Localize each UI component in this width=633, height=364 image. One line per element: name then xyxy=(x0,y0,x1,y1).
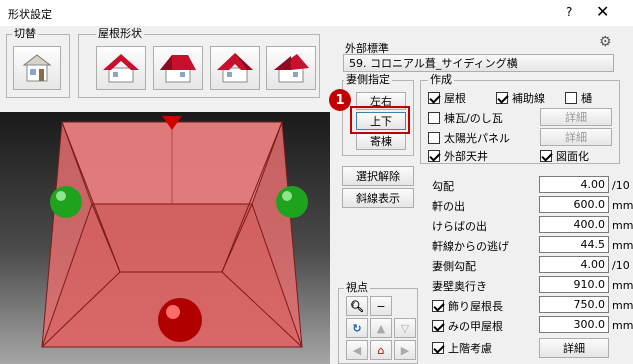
zoom-out-button[interactable]: − xyxy=(370,296,392,316)
mino-roof-unit: mm xyxy=(612,319,633,332)
guideline-checkbox[interactable]: 補助線 xyxy=(496,90,545,106)
hip-roof-icon xyxy=(160,55,196,83)
switch-group-label: 切替 xyxy=(12,27,38,40)
bottom-red-sphere xyxy=(158,298,202,342)
gable-depth-unit: mm xyxy=(612,279,633,292)
callout-badge: 1 xyxy=(329,89,351,111)
house-switch-button[interactable] xyxy=(13,46,61,90)
roof-type-gable-button[interactable] xyxy=(96,46,146,90)
offset-input[interactable]: 44.5 xyxy=(539,236,609,253)
solar-panel-checkbox[interactable]: 太陽光パネル xyxy=(428,130,510,146)
dialog-body: 切替 屋根形状 妻側指定 左右 上下 寄棟 1 選択解除 斜線表示 視点 🔍︎ … xyxy=(0,26,633,364)
rotate-icon: ↻ xyxy=(352,321,362,335)
gable-pitch-unit: /10 xyxy=(612,259,630,272)
arrow-right-icon: ▶ xyxy=(400,343,410,357)
decor-roof-unit: mm xyxy=(612,299,633,312)
verge-unit: mm xyxy=(612,219,633,232)
decor-roof-checkbox[interactable]: 飾り屋根長 xyxy=(432,298,503,314)
roof-type-hip-button[interactable] xyxy=(153,46,203,90)
param-label-offset: 軒線からの逃げ xyxy=(432,240,509,253)
rotate-button[interactable]: ↻ xyxy=(346,318,368,338)
mino-roof-checkbox[interactable]: みの甲屋根 xyxy=(432,318,503,334)
view-up-button[interactable]: ▲ xyxy=(370,318,392,338)
detail-button[interactable]: 詳細 xyxy=(539,338,609,358)
param-label-gable-depth: 妻壁奥行き xyxy=(432,280,487,293)
roof-checkbox[interactable]: 屋根 xyxy=(428,90,466,106)
close-button[interactable]: ✕ xyxy=(596,2,609,21)
roof-preview xyxy=(41,116,308,348)
eave-unit: mm xyxy=(612,199,633,212)
left-green-sphere xyxy=(50,186,82,218)
solar-panel-detail-button[interactable]: 詳細 xyxy=(540,128,612,146)
roof-type-shed-button[interactable] xyxy=(266,46,316,90)
viewpoint-group-label: 視点 xyxy=(344,281,370,294)
view-down-button[interactable]: ▽ xyxy=(394,318,416,338)
view-right-button[interactable]: ▶ xyxy=(394,340,416,360)
home-view-button[interactable]: ⌂ xyxy=(370,340,392,360)
help-button[interactable]: ? xyxy=(566,5,572,19)
create-group-label: 作成 xyxy=(428,73,454,86)
slope-display-button[interactable]: 斜線表示 xyxy=(342,188,414,208)
right-green-sphere xyxy=(276,186,308,218)
mixed-roof-icon xyxy=(217,53,253,83)
offset-unit: mm xyxy=(612,239,633,252)
roof-shape-group-label: 屋根形状 xyxy=(96,27,144,40)
exterior-select-button[interactable]: 59. コロニアル葺_サイディング横 xyxy=(343,54,614,72)
roof-type-mixed-button[interactable] xyxy=(210,46,260,90)
house-icon xyxy=(22,54,52,82)
arrow-down-icon: ▽ xyxy=(400,321,410,335)
ridge-tile-checkbox[interactable]: 棟瓦/のし瓦 xyxy=(428,110,503,126)
arrow-left-icon: ◀ xyxy=(352,343,362,357)
upper-floor-checkbox[interactable]: 上階考慮 xyxy=(432,340,492,356)
ridge-tile-detail-button[interactable]: 詳細 xyxy=(540,108,612,126)
roof-3d-viewport[interactable] xyxy=(0,112,330,364)
gable-pitch-input[interactable]: 4.00 xyxy=(539,256,609,273)
pitch-input[interactable]: 4.00 xyxy=(539,176,609,193)
gable-roof-icon xyxy=(103,54,139,83)
home-icon: ⌂ xyxy=(377,343,385,357)
title-bar: 形状設定 ? ✕ xyxy=(0,0,633,26)
highlight-frame xyxy=(350,106,410,134)
decor-roof-input[interactable]: 750.0 xyxy=(539,296,609,313)
param-label-gable-pitch: 妻側勾配 xyxy=(432,260,476,273)
mino-roof-input[interactable]: 300.0 xyxy=(539,316,609,333)
shed-roof-icon xyxy=(274,54,309,83)
gutter-checkbox[interactable]: 樋 xyxy=(565,90,592,106)
gear-icon[interactable]: ⚙ xyxy=(599,34,612,50)
clear-selection-button[interactable]: 選択解除 xyxy=(342,166,414,186)
view-left-button[interactable]: ◀ xyxy=(346,340,368,360)
pitch-unit: /10 xyxy=(612,179,630,192)
drawing-checkbox[interactable]: 図面化 xyxy=(540,148,589,164)
param-label-verge: けらばの出 xyxy=(432,220,487,233)
param-label-eave: 軒の出 xyxy=(432,200,465,213)
window-title: 形状設定 xyxy=(8,8,52,21)
param-label-pitch: 勾配 xyxy=(432,180,454,193)
gable-group-label: 妻側指定 xyxy=(344,73,392,86)
gable-hip-button[interactable]: 寄棟 xyxy=(356,132,406,150)
exterior-ceiling-checkbox[interactable]: 外部天井 xyxy=(428,148,488,164)
zoom-in-icon: 🔍︎ xyxy=(350,299,364,313)
verge-input[interactable]: 400.0 xyxy=(539,216,609,233)
zoom-in-button[interactable]: 🔍︎ xyxy=(346,296,368,316)
zoom-out-icon: − xyxy=(376,299,386,313)
gable-depth-input[interactable]: 910.0 xyxy=(539,276,609,293)
arrow-up-icon: ▲ xyxy=(376,321,386,335)
eave-input[interactable]: 600.0 xyxy=(539,196,609,213)
